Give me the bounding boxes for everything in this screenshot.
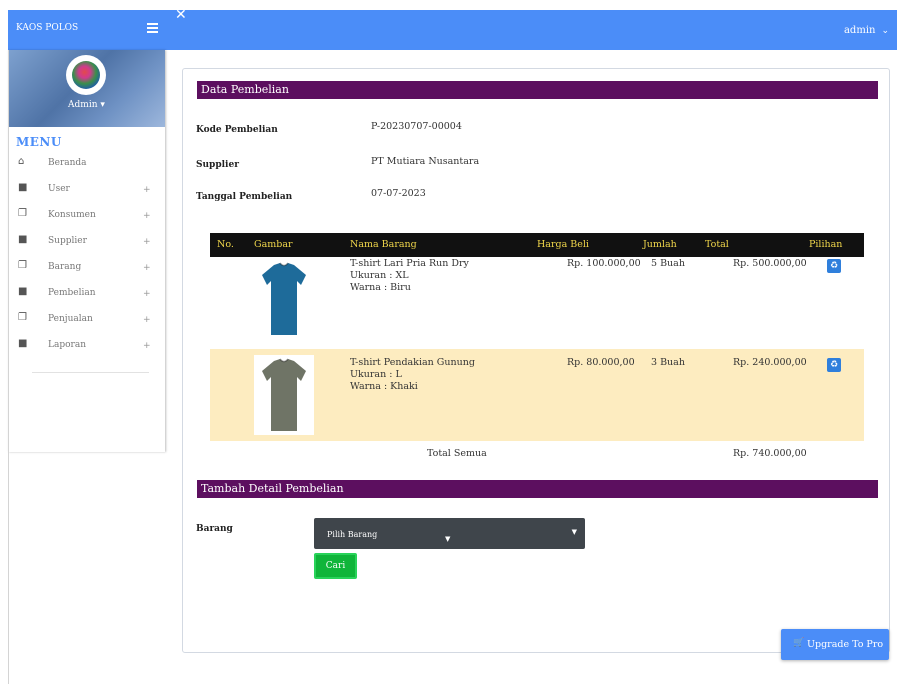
profile-dropdown[interactable]: Admin ▾ xyxy=(8,100,165,110)
recycle-delete-icon[interactable]: ♻ xyxy=(827,358,841,372)
col-header-gambar: Gambar xyxy=(254,239,293,250)
sidebar-item-label: Konsumen xyxy=(48,210,96,220)
recycle-delete-icon[interactable]: ♻ xyxy=(827,259,841,273)
kode-pembelian-label: Kode Pembelian xyxy=(196,125,278,135)
product-size: Ukuran : L xyxy=(350,369,402,380)
col-header-nama: Nama Barang xyxy=(350,239,417,250)
search-button[interactable]: Cari xyxy=(314,553,357,579)
sidebar-item-label: Laporan xyxy=(48,340,86,350)
sidebar-item-penjualan[interactable]: ❐ Penjualan + xyxy=(8,307,165,333)
plus-icon: + xyxy=(143,341,151,351)
copy-icon: ❐ xyxy=(18,312,27,323)
barang-select-value: Pilih Barang xyxy=(327,530,378,539)
plus-icon: + xyxy=(143,289,151,299)
supplier-label: Supplier xyxy=(196,160,239,170)
col-header-harga: Harga Beli xyxy=(537,239,589,250)
sidebar-item-label: User xyxy=(48,184,70,194)
sidebar-item-laporan[interactable]: ■ Laporan + xyxy=(8,333,165,359)
table-header: No. Gambar Nama Barang Harga Beli Jumlah… xyxy=(210,233,864,257)
plus-icon: + xyxy=(143,237,151,247)
main-panel: Data Pembelian Kode Pembelian P-20230707… xyxy=(182,68,890,653)
sidebar-item-konsumen[interactable]: ❐ Konsumen + xyxy=(8,203,165,229)
avatar xyxy=(66,55,106,95)
section-title-data-pembelian: Data Pembelian xyxy=(197,81,878,99)
sidebar-item-supplier[interactable]: ■ Supplier + xyxy=(8,229,165,255)
product-total: Rp. 500.000,00 xyxy=(733,258,807,269)
product-color: Warna : Biru xyxy=(350,282,411,293)
grid-icon: ■ xyxy=(18,286,28,297)
sidebar-divider xyxy=(32,372,149,373)
grand-total-value: Rp. 740.000,00 xyxy=(733,448,807,459)
tanggal-pembelian-value: 07-07-2023 xyxy=(371,188,426,199)
profile-name: Admin xyxy=(68,100,98,110)
home-icon: ⌂ xyxy=(18,156,25,167)
grid-icon: ■ xyxy=(18,182,28,193)
plus-icon: + xyxy=(143,211,151,221)
product-image xyxy=(254,355,314,435)
caret-down-icon: ▾ xyxy=(100,100,105,110)
top-navbar: KAOS POLOS ✕ admin ⌄ xyxy=(8,7,897,50)
barang-select[interactable]: Pilih Barang ▼ ▼ xyxy=(314,518,585,549)
product-price: Rp. 100.000,00 xyxy=(567,258,641,269)
product-size: Ukuran : XL xyxy=(350,270,409,281)
copy-icon: ❐ xyxy=(18,208,27,219)
product-total: Rp. 240.000,00 xyxy=(733,357,807,368)
product-image xyxy=(254,259,314,339)
sidebar: Admin ▾ MENU ⌂ Beranda ■ User + ❐ Konsumen + ■ Su… xyxy=(8,50,165,452)
sidebar-item-barang[interactable]: ❐ Barang + xyxy=(8,255,165,281)
menu-title: MENU xyxy=(16,135,62,149)
plus-icon: + xyxy=(143,315,151,325)
section-title-tambah-detail: Tambah Detail Pembelian xyxy=(197,480,878,498)
grand-total-row: Total Semua Rp. 740.000,00 xyxy=(210,441,864,469)
product-color: Warna : Khaki xyxy=(350,381,418,392)
barang-label: Barang xyxy=(196,524,233,534)
upgrade-label: Upgrade To Pro xyxy=(807,639,884,650)
col-header-no: No. xyxy=(217,239,234,250)
sidebar-item-pembelian[interactable]: ■ Pembelian + xyxy=(8,281,165,307)
sidebar-item-beranda[interactable]: ⌂ Beranda xyxy=(8,151,165,177)
sidebar-item-label: Pembelian xyxy=(48,288,96,298)
col-header-jumlah: Jumlah xyxy=(643,239,677,250)
table-row: T-shirt Pendakian Gunung Ukuran : L Warna … xyxy=(210,349,864,441)
close-icon[interactable]: ✕ xyxy=(175,7,187,23)
grid-icon: ■ xyxy=(18,234,28,245)
brand-logo[interactable]: KAOS POLOS xyxy=(8,10,165,50)
content-left-border xyxy=(8,50,9,684)
table-row: T-shirt Lari Pria Run Dry Ukuran : XL Warn… xyxy=(210,257,864,349)
plus-icon: + xyxy=(143,185,151,195)
tanggal-pembelian-label: Tanggal Pembelian xyxy=(196,192,293,202)
supplier-value: PT Mutiara Nusantara xyxy=(371,156,480,167)
grid-icon: ■ xyxy=(18,338,28,349)
product-price: Rp. 80.000,00 xyxy=(567,357,635,368)
col-header-pilihan: Pilihan xyxy=(809,239,843,250)
col-header-total: Total xyxy=(705,239,729,250)
product-name: T-shirt Lari Pria Run Dry xyxy=(350,258,469,269)
product-qty: 5 Buah xyxy=(651,258,685,269)
user-dropdown[interactable]: admin ⌄ xyxy=(844,25,889,36)
caret-down-icon: ▼ xyxy=(445,535,451,543)
cart-icon: 🛒 xyxy=(793,638,805,648)
product-qty: 3 Buah xyxy=(651,357,685,368)
upgrade-to-pro-button[interactable]: 🛒 Upgrade To Pro xyxy=(781,629,889,660)
plus-icon: + xyxy=(143,263,151,273)
chevron-down-icon: ⌄ xyxy=(881,26,889,36)
caret-down-icon: ▼ xyxy=(571,528,577,536)
kode-pembelian-value: P-20230707-00004 xyxy=(371,121,462,132)
grand-total-label: Total Semua xyxy=(427,448,487,459)
sidebar-item-label: Beranda xyxy=(48,158,87,168)
copy-icon: ❐ xyxy=(18,260,27,271)
hamburger-menu-icon[interactable] xyxy=(147,23,158,33)
sidebar-profile: Admin ▾ xyxy=(8,50,165,127)
user-dropdown-label: admin xyxy=(843,25,876,36)
product-name: T-shirt Pendakian Gunung xyxy=(350,357,475,368)
sidebar-item-label: Penjualan xyxy=(48,314,93,324)
sidebar-item-label: Supplier xyxy=(48,236,87,246)
sidebar-item-user[interactable]: ■ User + xyxy=(8,177,165,203)
sidebar-item-label: Barang xyxy=(48,262,82,272)
sidebar-menu: ⌂ Beranda ■ User + ❐ Konsumen + ■ Supplier + ❐ Baran… xyxy=(8,151,165,359)
